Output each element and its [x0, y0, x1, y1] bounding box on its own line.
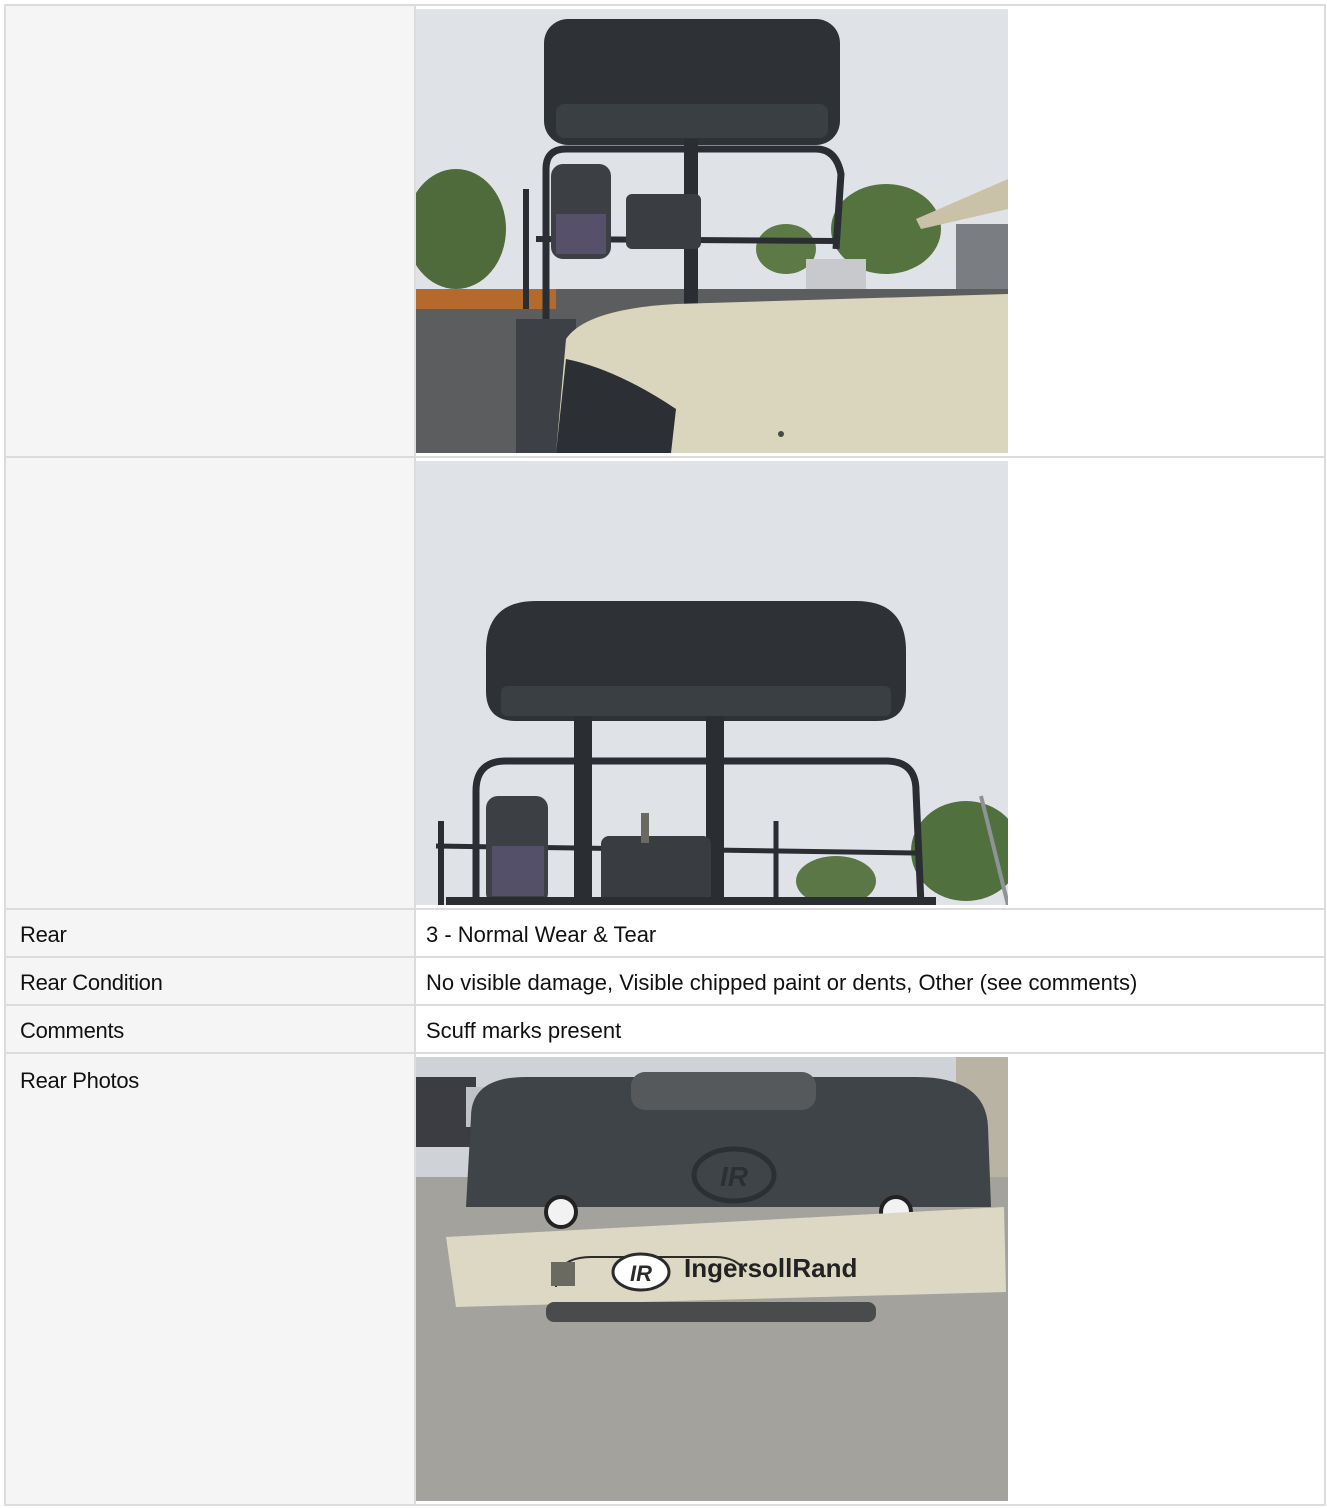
photo-row-1: [4, 4, 1326, 458]
photo-cell-1: [414, 4, 1326, 458]
roller-rear-bumper-photo[interactable]: IR IR IngersollRand: [416, 1057, 1008, 1501]
ir-logo-embossed: IR: [720, 1161, 749, 1192]
ir-logo: IR: [630, 1261, 652, 1286]
row-label-empty: [4, 456, 416, 910]
inspection-report-table: Rear 3 - Normal Wear & Tear Rear Conditi…: [4, 4, 1326, 1506]
comments-label: Comments: [4, 1004, 416, 1054]
rear-condition-label: Rear Condition: [4, 956, 416, 1006]
rear-condition-row: Rear Condition No visible damage, Visibl…: [4, 956, 1326, 1006]
rear-condition-value: No visible damage, Visible chipped paint…: [414, 956, 1326, 1006]
comments-value: Scuff marks present: [414, 1004, 1326, 1054]
photo-row-2: [4, 456, 1326, 910]
rear-photos-label: Rear Photos: [4, 1052, 416, 1506]
rear-label: Rear: [4, 908, 416, 958]
roller-canopy-rear-photo[interactable]: [416, 461, 1008, 905]
rear-value: 3 - Normal Wear & Tear: [414, 908, 1326, 958]
rear-photos-row: Rear Photos IR IR IngersollRand: [4, 1052, 1326, 1506]
ingersoll-rand-brand-text: IngersollRand: [684, 1253, 857, 1283]
comments-row: Comments Scuff marks present: [4, 1004, 1326, 1054]
photo-cell-2: [414, 456, 1326, 910]
rear-row: Rear 3 - Normal Wear & Tear: [4, 908, 1326, 958]
roller-canopy-side-photo[interactable]: [416, 9, 1008, 453]
photo-cell-3: IR IR IngersollRand: [414, 1052, 1326, 1506]
row-label-empty: [4, 4, 416, 458]
